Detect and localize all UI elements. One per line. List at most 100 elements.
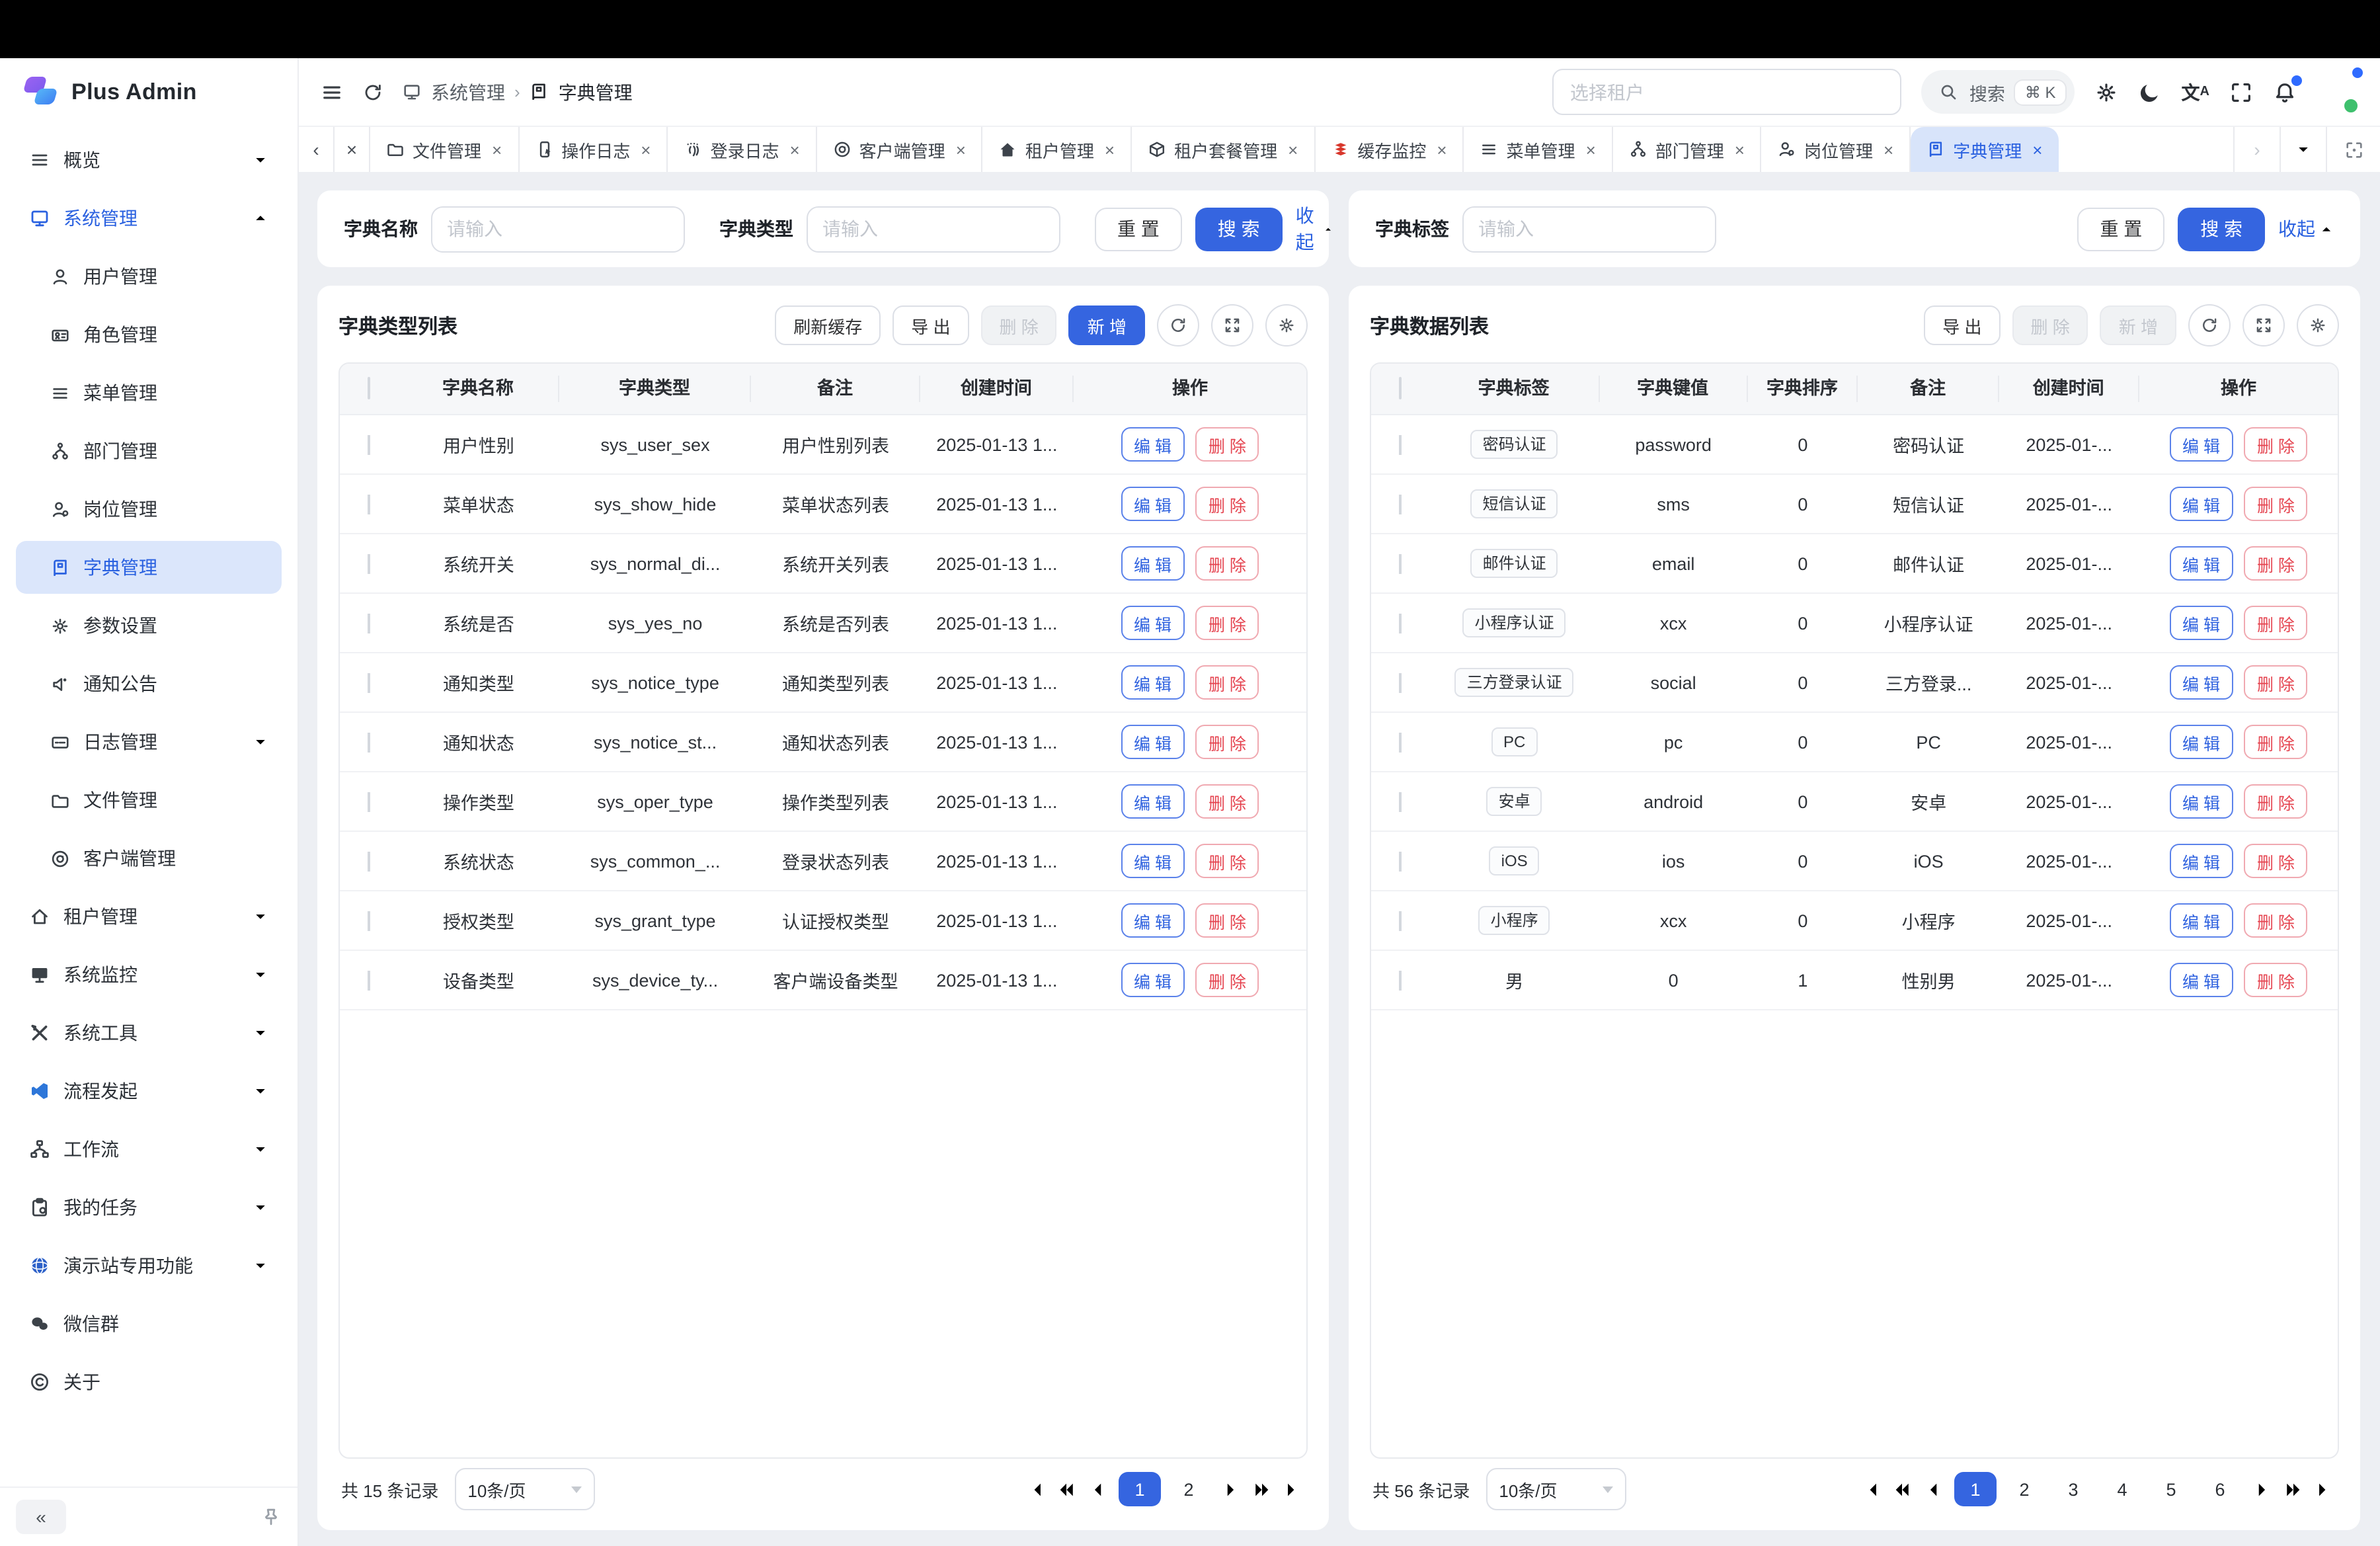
row-checkbox[interactable] <box>368 732 370 752</box>
menu-toggle-icon[interactable] <box>320 80 344 104</box>
delete-button[interactable]: 删 除 <box>981 305 1057 345</box>
edit-button[interactable]: 编 辑 <box>1121 665 1185 700</box>
delete-button[interactable]: 删 除 <box>2244 963 2308 997</box>
refresh-cache-button[interactable]: 刷新缓存 <box>775 305 881 345</box>
edit-button[interactable]: 编 辑 <box>1121 963 1185 997</box>
edit-button[interactable]: 编 辑 <box>2169 903 2233 938</box>
edit-button[interactable]: 编 辑 <box>2169 665 2233 700</box>
delete-button[interactable]: 删 除 <box>2244 546 2308 581</box>
sidebar-item[interactable]: 演示站专用功能 <box>16 1239 282 1292</box>
search-button[interactable]: 搜 索 <box>1195 207 1283 251</box>
tab-partial-close-icon[interactable]: × <box>335 127 370 172</box>
row-checkbox[interactable] <box>1399 613 1402 633</box>
edit-button[interactable]: 编 辑 <box>2169 784 2233 819</box>
tab-close-icon[interactable]: × <box>1735 140 1745 159</box>
collapse-filters-link[interactable]: 收起 <box>2278 216 2334 242</box>
row-checkbox[interactable] <box>368 792 370 811</box>
delete-button[interactable]: 删 除 <box>1195 725 1259 759</box>
global-search-button[interactable]: 搜索 ⌘ K <box>1922 70 2075 114</box>
delete-button[interactable]: 删 除 <box>2012 305 2088 345</box>
breadcrumb-level1[interactable]: 系统管理 <box>431 79 505 105</box>
delete-button[interactable]: 删 除 <box>2244 665 2308 700</box>
tab-close-icon[interactable]: × <box>1586 140 1596 159</box>
tab-close-icon[interactable]: × <box>1288 140 1298 159</box>
row-checkbox[interactable] <box>1399 434 1402 454</box>
sidebar-item[interactable]: 岗位管理 <box>16 483 282 536</box>
sidebar-item[interactable]: 系统监控 <box>16 948 282 1001</box>
edit-button[interactable]: 编 辑 <box>2169 487 2233 521</box>
delete-button[interactable]: 删 除 <box>1195 784 1259 819</box>
tab-close-icon[interactable]: × <box>641 140 651 159</box>
prev-5-pages-icon[interactable] <box>1055 1478 1078 1500</box>
row-checkbox[interactable] <box>1399 553 1402 573</box>
tab-close-icon[interactable]: × <box>789 140 799 159</box>
export-button[interactable]: 导 出 <box>892 305 969 345</box>
sidebar-item[interactable]: 客户端管理 <box>16 832 282 885</box>
sidebar-item[interactable]: 字典管理 <box>16 541 282 594</box>
last-page-icon[interactable] <box>1283 1478 1305 1500</box>
last-page-icon[interactable] <box>2314 1478 2336 1500</box>
row-checkbox[interactable] <box>368 672 370 692</box>
tab[interactable]: 字典管理 × <box>1911 127 2058 172</box>
select-all-checkbox[interactable] <box>1399 377 1402 399</box>
first-page-icon[interactable] <box>1023 1478 1046 1500</box>
row-checkbox[interactable] <box>368 494 370 514</box>
dark-mode-moon-icon[interactable] <box>2138 80 2162 104</box>
filter-input[interactable] <box>1462 206 1716 252</box>
edit-button[interactable]: 编 辑 <box>2169 963 2233 997</box>
table-refresh-icon[interactable] <box>1157 304 1199 346</box>
next-5-pages-icon[interactable] <box>1251 1478 1273 1500</box>
page-number[interactable]: 6 <box>2199 1472 2241 1506</box>
sidebar-item[interactable]: 租户管理 <box>16 890 282 943</box>
sidebar-item[interactable]: 我的任务 <box>16 1181 282 1234</box>
edit-button[interactable]: 编 辑 <box>2169 725 2233 759</box>
sidebar-item[interactable]: 概览 <box>16 134 282 186</box>
delete-button[interactable]: 删 除 <box>2244 427 2308 462</box>
edit-button[interactable]: 编 辑 <box>1121 487 1185 521</box>
sidebar-item[interactable]: 菜单管理 <box>16 366 282 419</box>
table-settings-gear-icon[interactable] <box>1265 304 1308 346</box>
select-all-checkbox[interactable] <box>368 377 370 399</box>
tab[interactable]: 岗位管理 × <box>1762 127 1911 172</box>
edit-button[interactable]: 编 辑 <box>1121 546 1185 581</box>
next-page-icon[interactable] <box>2250 1478 2273 1500</box>
edit-button[interactable]: 编 辑 <box>1121 844 1185 878</box>
row-checkbox[interactable] <box>368 613 370 633</box>
delete-button[interactable]: 删 除 <box>1195 963 1259 997</box>
tab[interactable]: 租户套餐管理 × <box>1132 127 1315 172</box>
tab[interactable]: 租户管理 × <box>983 127 1132 172</box>
sidebar-item[interactable]: 文件管理 <box>16 774 282 827</box>
edit-button[interactable]: 编 辑 <box>1121 784 1185 819</box>
add-button[interactable]: 新 增 <box>2100 305 2176 345</box>
row-checkbox[interactable] <box>1399 672 1402 692</box>
tab-close-icon[interactable]: × <box>1884 140 1893 159</box>
delete-button[interactable]: 删 除 <box>2244 844 2308 878</box>
reset-button[interactable]: 重 置 <box>2077 207 2164 251</box>
tab[interactable]: 缓存监控 × <box>1315 127 1464 172</box>
sidebar-item[interactable]: 角色管理 <box>16 308 282 361</box>
delete-button[interactable]: 删 除 <box>1195 606 1259 640</box>
sidebar-item[interactable]: 工作流 <box>16 1123 282 1176</box>
tab[interactable]: 部门管理 × <box>1613 127 1762 172</box>
sidebar-item[interactable]: 系统工具 <box>16 1006 282 1059</box>
page-number[interactable]: 3 <box>2052 1472 2094 1506</box>
edit-button[interactable]: 编 辑 <box>2169 606 2233 640</box>
pin-icon[interactable] <box>260 1506 282 1527</box>
tabs-scroll-right-icon[interactable]: › <box>2233 127 2280 172</box>
sidebar-item[interactable]: 通知公告 <box>16 657 282 710</box>
edit-button[interactable]: 编 辑 <box>2169 427 2233 462</box>
page-number[interactable]: 1 <box>1954 1472 1997 1506</box>
refresh-icon[interactable] <box>362 81 383 102</box>
sidebar-item[interactable]: 系统管理 <box>16 192 282 245</box>
sidebar-item[interactable]: 用户管理 <box>16 250 282 303</box>
edit-button[interactable]: 编 辑 <box>1121 725 1185 759</box>
settings-gear-icon[interactable] <box>2094 80 2118 104</box>
row-checkbox[interactable] <box>368 434 370 454</box>
delete-button[interactable]: 删 除 <box>1195 665 1259 700</box>
tab-close-icon[interactable]: × <box>2032 140 2042 159</box>
row-checkbox[interactable] <box>368 911 370 930</box>
delete-button[interactable]: 删 除 <box>2244 487 2308 521</box>
tabs-scroll-left-icon[interactable]: ‹ <box>299 127 335 172</box>
tab-close-icon[interactable]: × <box>1437 140 1447 159</box>
row-checkbox[interactable] <box>1399 494 1402 514</box>
